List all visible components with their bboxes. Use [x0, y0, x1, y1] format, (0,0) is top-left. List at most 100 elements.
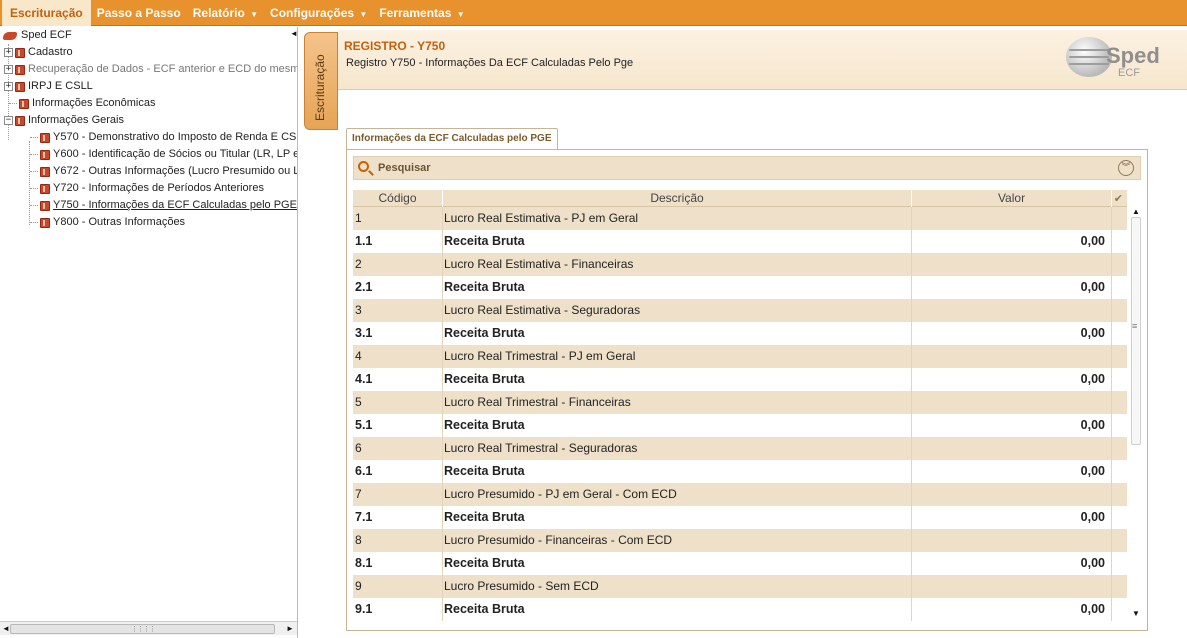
table-row[interactable]: 2.1 Receita Bruta 0,00: [353, 276, 1127, 299]
table-row[interactable]: 6.1 Receita Bruta 0,00: [353, 460, 1127, 483]
tab-informacoes-ecf[interactable]: Informações da ECF Calculadas pelo PGE: [346, 128, 558, 149]
grip-icon: ⋮⋮⋮⋮: [131, 626, 156, 633]
cell-check[interactable]: [1112, 506, 1127, 529]
cell-check[interactable]: [1112, 460, 1127, 483]
table-row[interactable]: 8.1 Receita Bruta 0,00: [353, 552, 1127, 575]
cell-descricao: Lucro Presumido - Sem ECD: [443, 575, 912, 598]
cell-check[interactable]: [1112, 207, 1127, 230]
cell-check[interactable]: [1112, 391, 1127, 414]
cell-codigo: 9.1: [353, 598, 443, 621]
table-row[interactable]: 4 Lucro Real Trimestral - PJ em Geral: [353, 345, 1127, 368]
menu-passo-a-passo[interactable]: Passo a Passo: [91, 0, 187, 26]
side-tab-label: Escrituração: [313, 54, 327, 121]
column-header-valor[interactable]: Valor: [912, 190, 1112, 207]
expand-icon[interactable]: +: [4, 82, 13, 91]
table-row[interactable]: 1 Lucro Real Estimativa - PJ em Geral: [353, 207, 1127, 230]
tree-leaf-y800[interactable]: Y800 - Outras Informações: [30, 214, 185, 231]
cell-check[interactable]: [1112, 552, 1127, 575]
cell-check[interactable]: [1112, 483, 1127, 506]
table-row[interactable]: 6 Lucro Real Trimestral - Seguradoras: [353, 437, 1127, 460]
tree-label: IRPJ E CSLL: [28, 80, 93, 92]
table-row[interactable]: 4.1 Receita Bruta 0,00: [353, 368, 1127, 391]
cell-codigo: 1: [353, 207, 443, 230]
table-row[interactable]: 7.1 Receita Bruta 0,00: [353, 506, 1127, 529]
chevron-down-icon: ▼: [359, 9, 368, 19]
table-row[interactable]: 3.1 Receita Bruta 0,00: [353, 322, 1127, 345]
tree-leaf-y672[interactable]: Y672 - Outras Informações (Lucro Presumi…: [30, 163, 297, 180]
tree-label: Y600 - Identificação de Sócios ou Titula…: [53, 148, 298, 160]
tree-connector: [30, 171, 38, 172]
cell-check[interactable]: [1112, 414, 1127, 437]
cell-check[interactable]: [1112, 437, 1127, 460]
cell-check[interactable]: [1112, 253, 1127, 276]
cell-valor: [912, 345, 1112, 368]
table-row[interactable]: 9.1 Receita Bruta 0,00: [353, 598, 1127, 621]
search-bar[interactable]: Pesquisar ︾: [353, 156, 1141, 180]
expand-icon[interactable]: +: [4, 65, 13, 74]
tree-leaf-y570[interactable]: Y570 - Demonstrativo do Imposto de Renda…: [30, 129, 297, 146]
checkmark-icon[interactable]: ✔: [1114, 192, 1123, 205]
table-row[interactable]: 2 Lucro Real Estimativa - Financeiras: [353, 253, 1127, 276]
tree-connector: [30, 154, 38, 155]
collapse-icon[interactable]: −: [4, 116, 13, 125]
table-row[interactable]: 5.1 Receita Bruta 0,00: [353, 414, 1127, 437]
chevron-double-down-icon[interactable]: ︾: [1118, 160, 1134, 176]
cell-codigo: 5.1: [353, 414, 443, 437]
tree-root-sped-ecf[interactable]: Sped ECF: [3, 27, 72, 44]
cell-codigo: 8.1: [353, 552, 443, 575]
cell-valor: 0,00: [912, 322, 1112, 345]
menu-configuracoes[interactable]: Configurações ▼: [264, 0, 373, 26]
tree-node-irpj-csll[interactable]: + IRPJ E CSLL: [4, 78, 93, 95]
scroll-down-icon[interactable]: ▼: [1132, 609, 1140, 618]
cell-descricao: Receita Bruta: [443, 368, 912, 391]
table-row[interactable]: 1.1 Receita Bruta 0,00: [353, 230, 1127, 253]
cell-descricao: Lucro Real Estimativa - Financeiras: [443, 253, 912, 276]
cell-check[interactable]: [1112, 575, 1127, 598]
cell-check[interactable]: [1112, 345, 1127, 368]
column-header-codigo[interactable]: Código: [353, 190, 443, 207]
cell-check[interactable]: [1112, 322, 1127, 345]
cell-check[interactable]: [1112, 230, 1127, 253]
scrollbar-thumb[interactable]: ⋮⋮⋮⋮: [10, 624, 275, 634]
cell-check[interactable]: [1112, 276, 1127, 299]
table-row[interactable]: 7 Lucro Presumido - PJ em Geral - Com ECD: [353, 483, 1127, 506]
scroll-right-icon[interactable]: ►: [286, 624, 294, 633]
book-icon: [40, 149, 50, 160]
tree-node-informacoes-economicas[interactable]: Informações Econômicas: [9, 95, 156, 112]
tree-horizontal-scrollbar[interactable]: ◄ ⋮⋮⋮⋮ ►: [0, 621, 297, 635]
menu-ferramentas[interactable]: Ferramentas ▼: [373, 0, 470, 26]
menu-relatorio[interactable]: Relatório ▼: [187, 0, 264, 26]
grid-vertical-scrollbar[interactable]: ▲ ≡ ▼: [1129, 207, 1143, 621]
cell-descricao: Receita Bruta: [443, 276, 912, 299]
sped-ecf-logo: Sped ECF: [1066, 35, 1176, 83]
tree-leaf-y750[interactable]: Y750 - Informações da ECF Calculadas pel…: [30, 197, 297, 214]
logo-sub: ECF: [1118, 67, 1140, 79]
tree-node-cadastro[interactable]: + Cadastro: [4, 44, 73, 61]
cell-check[interactable]: [1112, 368, 1127, 391]
table-row[interactable]: 5 Lucro Real Trimestral - Financeiras: [353, 391, 1127, 414]
cell-descricao: Lucro Real Estimativa - Seguradoras: [443, 299, 912, 322]
menu-label: Escrituração: [10, 5, 83, 20]
table-row[interactable]: 3 Lucro Real Estimativa - Seguradoras: [353, 299, 1127, 322]
collapse-panel-icon[interactable]: ◄: [290, 29, 297, 38]
cell-check[interactable]: [1112, 299, 1127, 322]
table-row[interactable]: 8 Lucro Presumido - Financeiras - Com ECD: [353, 529, 1127, 552]
tree-leaf-y600[interactable]: Y600 - Identificação de Sócios ou Titula…: [30, 146, 298, 163]
expand-icon[interactable]: +: [4, 48, 13, 57]
cell-check[interactable]: [1112, 598, 1127, 621]
tree-leaf-y720[interactable]: Y720 - Informações de Períodos Anteriore…: [30, 180, 264, 197]
cell-codigo: 2: [353, 253, 443, 276]
scroll-up-icon[interactable]: ▲: [1132, 207, 1140, 216]
table-row[interactable]: 9 Lucro Presumido - Sem ECD: [353, 575, 1127, 598]
menu-escrituracao[interactable]: Escrituração: [2, 0, 91, 26]
page-header: REGISTRO - Y750 Registro Y750 - Informaç…: [338, 30, 1187, 90]
scrollbar-thumb[interactable]: [1131, 217, 1141, 445]
tree-node-informacoes-gerais[interactable]: − Informações Gerais: [4, 112, 124, 129]
column-header-descricao[interactable]: Descrição: [443, 190, 912, 207]
tree-connector: [9, 103, 17, 104]
cell-descricao: Receita Bruta: [443, 506, 912, 529]
tree-node-recuperacao[interactable]: + Recuperação de Dados - ECF anterior e …: [4, 61, 297, 78]
scroll-left-icon[interactable]: ◄: [2, 624, 10, 633]
cell-check[interactable]: [1112, 529, 1127, 552]
side-tab-escrituracao[interactable]: Escrituração: [304, 32, 338, 130]
